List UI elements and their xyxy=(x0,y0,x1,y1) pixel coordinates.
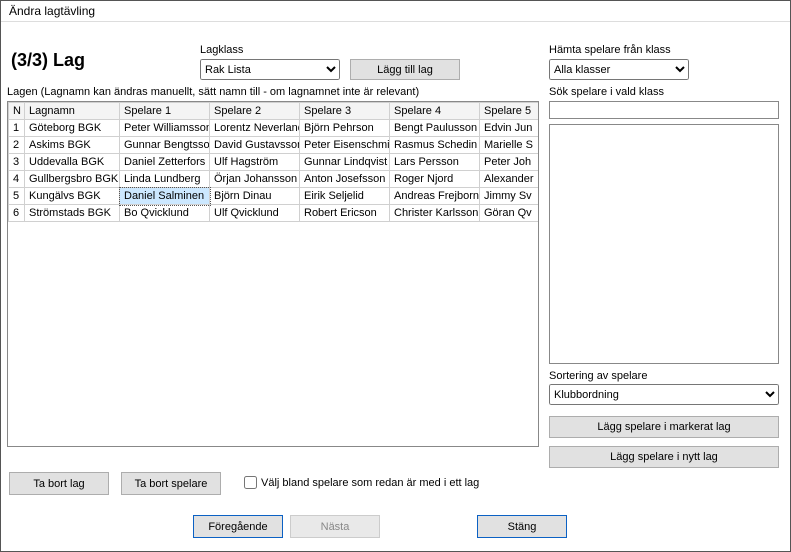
lagklass-label: Lagklass xyxy=(200,44,243,56)
table-cell[interactable]: Gunnar Lindqvist xyxy=(300,154,390,171)
table-cell[interactable]: Peter Williamsson xyxy=(120,120,210,137)
table-cell[interactable]: Gullbergsbro BGK xyxy=(25,171,120,188)
teams-table-hscroll[interactable] xyxy=(7,448,539,465)
column-header[interactable]: Spelare 3 xyxy=(300,103,390,120)
table-row[interactable]: 5Kungälvs BGKDaniel SalminenBjörn DinauE… xyxy=(9,188,540,205)
dialog-content: (3/3) Lag Lagklass Rak Lista Lägg till l… xyxy=(1,22,790,550)
sort-select[interactable]: Klubbordning xyxy=(549,384,779,405)
table-cell[interactable]: Marielle S xyxy=(480,137,540,154)
hamta-select[interactable]: Alla klasser xyxy=(549,59,689,80)
table-cell[interactable]: Gunnar Bengtsson xyxy=(120,137,210,154)
table-cell[interactable]: Uddevalla BGK xyxy=(25,154,120,171)
add-player-to-selected-team-button[interactable]: Lägg spelare i markerat lag xyxy=(549,416,779,438)
table-cell[interactable]: Bo Qvicklund xyxy=(120,205,210,222)
table-cell[interactable]: Roger Njord xyxy=(390,171,480,188)
column-header[interactable]: Lagnamn xyxy=(25,103,120,120)
window-title: Ändra lagtävling xyxy=(9,4,95,18)
table-cell[interactable]: Andreas Frejborn xyxy=(390,188,480,205)
table-cell[interactable]: Kungälvs BGK xyxy=(25,188,120,205)
remove-player-button[interactable]: Ta bort spelare xyxy=(121,472,221,495)
table-row[interactable]: 2Askims BGKGunnar BengtssonDavid Gustavs… xyxy=(9,137,540,154)
table-cell[interactable]: Alexander xyxy=(480,171,540,188)
include-existing-checkbox-wrap: Välj bland spelare som redan är med i et… xyxy=(244,476,479,489)
lagklass-select[interactable]: Rak Lista xyxy=(200,59,340,80)
search-label: Sök spelare i vald klass xyxy=(549,86,664,98)
table-cell[interactable]: Robert Ericson xyxy=(300,205,390,222)
table-cell[interactable]: Örjan Johansson xyxy=(210,171,300,188)
table-cell[interactable]: Linda Lundberg xyxy=(120,171,210,188)
table-cell[interactable]: 5 xyxy=(9,188,25,205)
table-cell[interactable]: Eirik Seljelid xyxy=(300,188,390,205)
table-cell[interactable]: 2 xyxy=(9,137,25,154)
teams-table[interactable]: NLagnamnSpelare 1Spelare 2Spelare 3Spela… xyxy=(8,102,539,222)
add-team-button[interactable]: Lägg till lag xyxy=(350,59,460,80)
table-cell[interactable]: Edvin Jun xyxy=(480,120,540,137)
table-cell[interactable]: Göteborg BGK xyxy=(25,120,120,137)
table-cell[interactable]: 3 xyxy=(9,154,25,171)
player-listbox[interactable] xyxy=(549,124,779,364)
table-cell[interactable]: Lars Persson xyxy=(390,154,480,171)
table-cell[interactable]: Daniel Zetterfors xyxy=(120,154,210,171)
table-cell[interactable]: Jimmy Sv xyxy=(480,188,540,205)
table-cell[interactable]: Askims BGK xyxy=(25,137,120,154)
window-titlebar: Ändra lagtävling xyxy=(1,1,790,22)
table-row[interactable]: 1Göteborg BGKPeter WilliamssonLorentz Ne… xyxy=(9,120,540,137)
column-header[interactable]: Spelare 4 xyxy=(390,103,480,120)
table-cell[interactable]: Peter Joh xyxy=(480,154,540,171)
add-player-to-new-team-button[interactable]: Lägg spelare i nytt lag xyxy=(549,446,779,468)
close-button[interactable]: Stäng xyxy=(477,515,567,538)
table-cell[interactable]: 4 xyxy=(9,171,25,188)
table-cell[interactable]: Strömstads BGK xyxy=(25,205,120,222)
table-cell[interactable]: Lorentz Neverland xyxy=(210,120,300,137)
previous-button[interactable]: Föregående xyxy=(193,515,283,538)
table-cell[interactable]: Ulf Hagström xyxy=(210,154,300,171)
table-row[interactable]: 6Strömstads BGKBo QvicklundUlf Qvicklund… xyxy=(9,205,540,222)
column-header[interactable]: N xyxy=(9,103,25,120)
table-row[interactable]: 4Gullbergsbro BGKLinda LundbergÖrjan Joh… xyxy=(9,171,540,188)
column-header[interactable]: Spelare 1 xyxy=(120,103,210,120)
table-cell[interactable]: Björn Dinau xyxy=(210,188,300,205)
table-row[interactable]: 3Uddevalla BGKDaniel ZetterforsUlf Hagst… xyxy=(9,154,540,171)
table-cell[interactable]: Anton Josefsson xyxy=(300,171,390,188)
table-cell[interactable]: Daniel Salminen xyxy=(120,188,210,205)
remove-team-button[interactable]: Ta bort lag xyxy=(9,472,109,495)
next-button: Nästa xyxy=(290,515,380,538)
table-cell[interactable]: Rasmus Schedin xyxy=(390,137,480,154)
column-header[interactable]: Spelare 5 xyxy=(480,103,540,120)
table-cell[interactable]: Göran Qv xyxy=(480,205,540,222)
page-title: (3/3) Lag xyxy=(11,50,85,71)
table-cell[interactable]: Christer Karlsson xyxy=(390,205,480,222)
table-cell[interactable]: 6 xyxy=(9,205,25,222)
include-existing-checkbox[interactable] xyxy=(244,476,257,489)
table-cell[interactable]: David Gustavsson xyxy=(210,137,300,154)
teams-table-container: NLagnamnSpelare 1Spelare 2Spelare 3Spela… xyxy=(7,101,539,447)
table-cell[interactable]: Ulf Qvicklund xyxy=(210,205,300,222)
search-input[interactable] xyxy=(549,101,779,119)
teams-table-label: Lagen (Lagnamn kan ändras manuellt, sätt… xyxy=(7,86,419,98)
include-existing-label: Välj bland spelare som redan är med i et… xyxy=(261,477,479,489)
hamta-label: Hämta spelare från klass xyxy=(549,44,671,56)
table-cell[interactable]: 1 xyxy=(9,120,25,137)
column-header[interactable]: Spelare 2 xyxy=(210,103,300,120)
table-cell[interactable]: Björn Pehrson xyxy=(300,120,390,137)
table-cell[interactable]: Bengt Paulusson xyxy=(390,120,480,137)
table-cell[interactable]: Peter Eisenschmidt xyxy=(300,137,390,154)
sort-label: Sortering av spelare xyxy=(549,370,647,382)
